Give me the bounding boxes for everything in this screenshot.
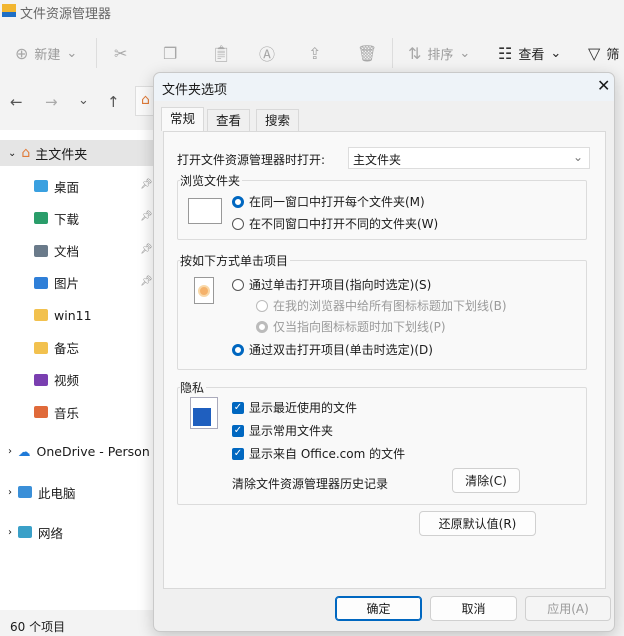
chevron-down-icon: ⌄ [8, 147, 17, 159]
sidebar-item-win11[interactable]: win11 [34, 304, 92, 326]
window-title: 文件资源管理器 [20, 7, 112, 22]
desktop-icon [34, 180, 48, 192]
divider [96, 38, 97, 68]
clear-button[interactable]: 清除(C) [452, 468, 520, 493]
view-icon: ☷ [498, 43, 513, 63]
chevron-right-icon: › [8, 445, 12, 457]
chevron-down-icon: ⌄ [550, 45, 562, 61]
sort-icon: ⇅ [408, 43, 422, 63]
open-with-label: 打开文件资源管理器时打开: [177, 153, 326, 167]
sort-button[interactable]: ⇅ 排序 ⌄ [408, 42, 470, 64]
privacy-label: 隐私 [180, 379, 207, 396]
status-bar-count: 60 个项目 [10, 620, 66, 634]
checkbox-frequent-folders[interactable]: ✓ 显示常用文件夹 [232, 422, 333, 439]
sidebar-item-图片[interactable]: 图片 [34, 272, 79, 294]
pin-icon: 📌︎ [140, 243, 153, 255]
rename-icon: Ⓐ [259, 45, 276, 64]
pin-icon: 📌︎ [140, 211, 153, 223]
sidebar-item-下载[interactable]: 下载 [34, 207, 79, 229]
tab-general[interactable]: 常规 [161, 107, 205, 131]
tab-view[interactable]: 查看 [207, 109, 251, 131]
close-button[interactable]: ✕ [597, 76, 610, 95]
filter-icon: ▽ [588, 43, 601, 63]
up-button[interactable]: ↑ [107, 93, 120, 111]
open-with-select[interactable]: 主文件夹 ⌄ [348, 147, 590, 169]
recent-button[interactable]: ⌄ [78, 93, 89, 108]
chevron-down-icon: ⌄ [572, 150, 583, 164]
radio-single-click[interactable]: 通过单击打开项目(指向时选定)(S) [232, 276, 431, 293]
paste-button[interactable]: 📋︎ [211, 42, 231, 64]
window-illustration-icon [188, 198, 222, 224]
pictures-icon [34, 276, 48, 289]
dialog-title: 文件夹选项 [162, 83, 228, 98]
chevron-down-icon: ⌄ [66, 45, 78, 61]
download-icon [34, 212, 48, 225]
share-icon: ⇪ [308, 43, 322, 63]
music-icon [34, 406, 48, 419]
network-icon [18, 526, 32, 538]
ok-button[interactable]: 确定 [335, 596, 422, 621]
pin-icon: 📌︎ [140, 179, 153, 190]
radio-underline-hover[interactable]: 仅当指向图标标题时加下划线(P) [256, 318, 446, 335]
checkbox-office-files[interactable]: ✓ 显示来自 Office.com 的文件 [232, 445, 405, 462]
pin-icon: 📌︎ [140, 275, 153, 287]
cancel-button[interactable]: 取消 [430, 596, 517, 621]
share-button[interactable]: ⇪ [308, 42, 321, 64]
back-button[interactable]: ← [10, 93, 23, 111]
click-items-label: 按如下方式单击项目 [180, 252, 291, 269]
app-icon [2, 4, 16, 17]
home-icon: ⌂ [141, 92, 150, 108]
sidebar-item-视频[interactable]: 视频 [34, 369, 79, 391]
delete-button[interactable]: 🗑︎ [357, 42, 377, 64]
chevron-down-icon: ⌄ [459, 45, 471, 61]
apply-button[interactable]: 应用(A) [525, 596, 611, 621]
sidebar-item-文档[interactable]: 文档 [34, 240, 79, 262]
navigation-pane: ⌄ ⌂ 主文件夹 桌面 📌︎ 下载 📌︎ 文档 📌︎ 图片 📌︎ win11 备忘 视频 音乐 › ☁ O… [0, 130, 155, 610]
checkbox-recent-files[interactable]: ✓ 显示最近使用的文件 [232, 399, 357, 416]
privacy-illustration-icon [190, 397, 218, 429]
trash-icon: 🗑︎ [357, 43, 378, 63]
sidebar-item-this-pc[interactable]: › 此电脑 [8, 481, 76, 503]
plus-circle-icon: ⊕ [15, 43, 29, 63]
home-icon: ⌂ [21, 145, 31, 161]
radio-same-window[interactable]: 在同一窗口中打开每个文件夹(M) [232, 193, 425, 210]
sidebar-item-network[interactable]: › 网络 [8, 521, 63, 543]
radio-underline-always[interactable]: 在我的浏览器中给所有图标标题加下划线(B) [256, 297, 507, 314]
dialog-title-bar: 文件夹选项 ✕ [154, 73, 614, 101]
computer-icon [18, 486, 32, 498]
chevron-right-icon: › [8, 486, 12, 498]
sidebar-item-onedrive[interactable]: › ☁ OneDrive - Person [8, 440, 150, 462]
sidebar-item-桌面[interactable]: 桌面 [34, 175, 79, 197]
radio-new-window[interactable]: 在不同窗口中打开不同的文件夹(W) [232, 215, 438, 232]
radio-double-click[interactable]: 通过双击打开项目(单击时选定)(D) [232, 341, 433, 358]
cut-button[interactable]: ✂ [114, 42, 127, 64]
general-tab-panel: 打开文件资源管理器时打开: 主文件夹 ⌄ 浏览文件夹 在同一窗口中打开每个文件夹… [163, 131, 606, 589]
folder-options-dialog: 文件夹选项 ✕ 常规 查看 搜索 打开文件资源管理器时打开: 主文件夹 ⌄ 浏览… [153, 72, 615, 632]
view-button[interactable]: ☷ 查看 ⌄ [498, 42, 561, 64]
rename-button[interactable]: Ⓐ [259, 42, 275, 64]
clipboard-icon: 📋︎ [211, 43, 232, 63]
copy-button[interactable]: ❐ [163, 42, 177, 64]
cloud-icon: ☁ [18, 443, 31, 459]
copy-icon: ❐ [163, 43, 178, 63]
sidebar-item-home[interactable]: ⌄ ⌂ 主文件夹 [0, 140, 155, 166]
clear-history-label: 清除文件资源管理器历史记录 [232, 477, 389, 491]
divider [392, 38, 393, 68]
scissors-icon: ✂ [114, 43, 128, 63]
tab-search[interactable]: 搜索 [256, 109, 300, 131]
document-icon [34, 244, 48, 257]
new-button[interactable]: ⊕ 新建 ⌄ [15, 42, 77, 64]
restore-defaults-button[interactable]: 还原默认值(R) [419, 511, 536, 536]
forward-button[interactable]: → [45, 93, 58, 111]
folder-icon [34, 309, 48, 322]
folder-icon [34, 341, 48, 354]
click-illustration-icon [194, 277, 214, 304]
chevron-right-icon: › [8, 526, 12, 538]
sidebar-item-备忘[interactable]: 备忘 [34, 337, 79, 359]
filter-button[interactable]: ▽ 筛 [588, 42, 619, 64]
video-icon [34, 373, 48, 386]
sidebar-item-音乐[interactable]: 音乐 [34, 401, 79, 423]
browse-folders-label: 浏览文件夹 [180, 172, 243, 189]
